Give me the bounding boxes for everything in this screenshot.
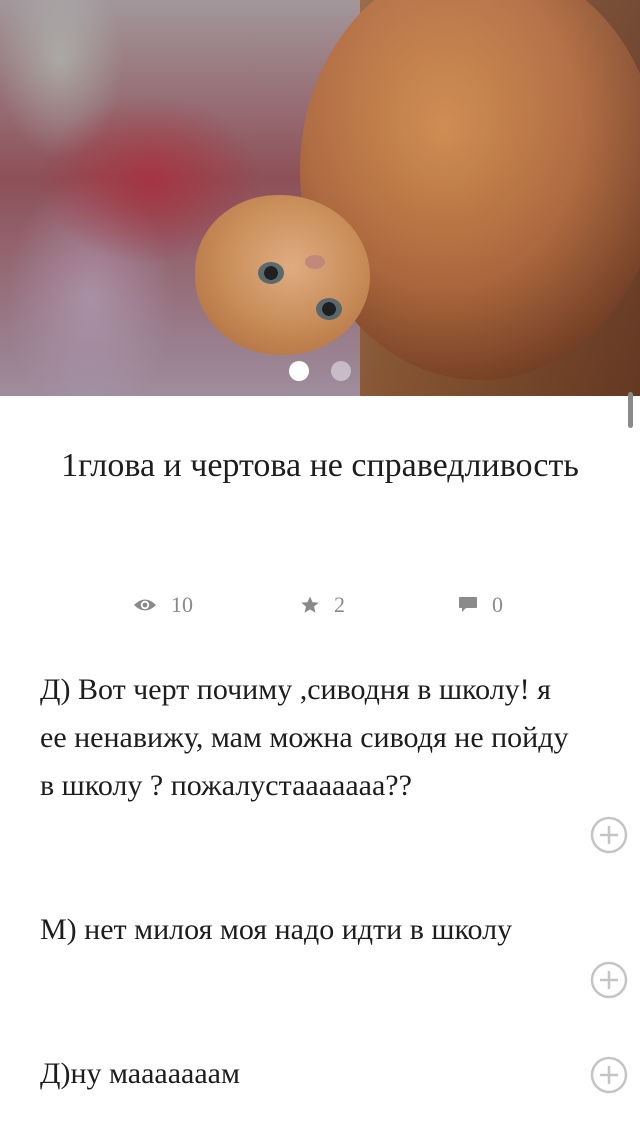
story-stats: 10 2 0 [0, 592, 640, 624]
comment-icon [458, 596, 478, 614]
views-count: 10 [171, 592, 193, 617]
stars-count: 2 [334, 592, 345, 617]
carousel-dot-2[interactable] [331, 361, 351, 381]
carousel-dot-1[interactable] [289, 361, 309, 381]
story-paragraph: Д)ну маааааaaм [40, 1057, 240, 1090]
star-icon [300, 595, 320, 615]
comments-count: 0 [492, 592, 503, 617]
eye-icon [133, 597, 157, 613]
story-cover-carousel[interactable] [0, 0, 640, 396]
cover-image-overlay [0, 0, 640, 396]
stars-stat[interactable]: 2 [300, 592, 345, 618]
views-stat: 10 [133, 592, 193, 618]
story-title: 1глова и чертова не справедливость [61, 447, 579, 484]
add-circle-icon[interactable] [590, 816, 628, 854]
add-circle-icon[interactable] [590, 1056, 628, 1094]
comments-stat[interactable]: 0 [458, 592, 503, 618]
add-circle-icon[interactable] [590, 961, 628, 999]
story-paragraph: М) нет милоя моя надо идти в школу [40, 913, 513, 946]
story-paragraph: Д) Вот черт почиму ,сиводня в школу! я е… [40, 673, 569, 802]
carousel-pagination [0, 361, 640, 383]
scrollbar[interactable] [628, 392, 633, 428]
